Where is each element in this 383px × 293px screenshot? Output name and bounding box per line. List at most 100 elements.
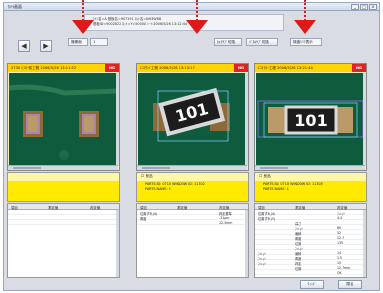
cell: 14 xyxy=(337,251,342,255)
arrow-head xyxy=(294,20,316,34)
status-badge: NG xyxy=(234,64,248,72)
vertical-scrollbar[interactable] xyxy=(245,73,248,166)
arrow-head xyxy=(186,20,208,34)
result-table-1: 項目 測定値 判定値 xyxy=(7,203,120,278)
panel-header: ｴｺﾘﾌﾛｰ工程 2006/5/26 13:21:44 xyxy=(255,64,366,72)
table-row[interactable]: 角度 -31µm xyxy=(137,216,248,221)
pcb-pads-image xyxy=(9,73,118,166)
vertical-scrollbar[interactable] xyxy=(363,210,366,277)
inspection-image[interactable]: 101 xyxy=(256,73,365,166)
checkbox-label: 良品 xyxy=(145,174,153,178)
col-measured: 測定値 xyxy=(295,206,306,210)
table-row[interactable]: OK xyxy=(255,271,366,275)
panel-mount: ｴｺﾏｳﾝﾄ工程 2006/5/26 13:13:17 NG 101 xyxy=(136,63,249,171)
cell: 135 xyxy=(337,241,344,245)
camera-select-label: 撮像面 xyxy=(68,38,88,46)
cell: OK xyxy=(337,271,342,275)
arrow-stem xyxy=(196,0,198,21)
cell: 15 xyxy=(337,261,342,265)
col-judge: 判定値 xyxy=(337,206,348,210)
vertical-scrollbar[interactable] xyxy=(116,73,119,166)
cell: 52 xyxy=(337,231,342,235)
panel-pre-reflow: 2730 ﾘﾌﾛｰ前工程 2006/5/26 13:11:52 NG xyxy=(7,63,120,171)
parts-info-1 xyxy=(7,172,120,202)
next-button[interactable]: ▶ xyxy=(40,40,52,52)
pcb-chip-aligned-image: 101 xyxy=(256,73,365,166)
table-row[interactable]: 位置ずれ(Y) 4.4 xyxy=(255,216,366,221)
cell: 12.3mm xyxy=(219,221,233,225)
chip-marking: 101 xyxy=(294,111,327,130)
col-judge: 判定値 xyxy=(219,206,230,210)
col-measured: 測定値 xyxy=(48,206,59,210)
minimize-button[interactable]: _ xyxy=(351,4,359,10)
scroll-thumb[interactable] xyxy=(260,167,288,169)
table-row[interactable]: 角度 12.7 xyxy=(255,236,366,241)
annotation-arrow xyxy=(186,0,208,36)
good-checkbox[interactable]: ☐ 良品 xyxy=(141,174,153,179)
window-title: ｶﾒﾗ画面 xyxy=(8,4,22,9)
panel-switch-button[interactable]: ﾊﾟﾈﾙｻﾌﾞ切換 xyxy=(246,38,278,46)
arrow-head xyxy=(72,20,94,34)
table-row[interactable]: ﾌｨﾚｯﾄ 角度 1.5 xyxy=(255,256,366,261)
table-row[interactable]: 面積 52 xyxy=(255,231,366,236)
table-row[interactable] xyxy=(8,221,119,225)
maximize-button[interactable]: □ xyxy=(360,4,368,10)
arrow-stem xyxy=(304,0,306,21)
cell: -31µm xyxy=(219,216,230,220)
table-header: 項目 測定値 判定値 xyxy=(137,204,248,210)
horizontal-scrollbar[interactable] xyxy=(137,165,247,170)
camera-select[interactable]: 1 xyxy=(90,38,108,46)
vertical-scrollbar[interactable] xyxy=(363,73,366,166)
cell: 1.5 xyxy=(337,256,343,260)
vertical-scrollbar[interactable] xyxy=(116,210,119,277)
close-button[interactable]: 閉る xyxy=(338,280,362,289)
table-row[interactable]: ﾌｨﾚｯﾄ xyxy=(255,246,366,251)
arrow-stem xyxy=(82,0,84,21)
table-row[interactable] xyxy=(8,211,119,215)
inspection-info-box: ﾗｲﾝ名=A 基板名=9S7191 ﾛｯﾄ名=NH3W8B 基板ID=90028… xyxy=(84,14,284,31)
status-badge: NG xyxy=(105,64,119,72)
cell: 60 xyxy=(337,226,342,230)
horizontal-scrollbar[interactable] xyxy=(255,165,365,170)
table-row[interactable]: 12.3mm xyxy=(137,221,248,225)
table-row[interactable]: 位置ずれ(X) 判定基準 xyxy=(137,211,248,216)
result-table-3: 項目 測定値 判定値 位置ずれ(X) ﾌｨﾚｯﾄ 位置ずれ(Y) 4.4 高さ ﾌｨﾚｯﾄ… xyxy=(254,203,367,278)
parts-id-text: PARTS ID: 0710 WIND0W ID: 11302 xyxy=(145,182,205,186)
parts-name-text: PARTS NAME: 1 xyxy=(263,187,289,191)
table-row[interactable]: 高さ xyxy=(255,221,366,226)
table-row[interactable]: ﾌｨﾚｯﾄ 面積 14 xyxy=(255,251,366,256)
annotation-arrow xyxy=(72,0,94,36)
horizontal-scrollbar[interactable] xyxy=(8,165,118,170)
camera-switch-button[interactable]: ｶﾒﾗｻﾌﾞ切換 xyxy=(214,38,242,46)
panel-header: 2730 ﾘﾌﾛｰ前工程 2006/5/26 13:11:52 xyxy=(8,64,119,72)
table-row[interactable] xyxy=(8,216,119,220)
parts-info-2: ☐ 良品 PARTS ID: 0710 WIND0W ID: 11302 PAR… xyxy=(136,172,249,202)
prev-button[interactable]: ◀ xyxy=(18,40,30,52)
inspection-image[interactable] xyxy=(9,73,118,166)
col-item: 項目 xyxy=(258,206,265,210)
inspection-image[interactable]: 101 xyxy=(138,73,247,166)
panel-post-reflow: ｴｺﾘﾌﾛｰ工程 2006/5/26 13:21:44 NG 101 xyxy=(254,63,367,171)
window-button[interactable]: ｳｨﾝﾄﾞ xyxy=(300,280,324,289)
display-select[interactable]: 検査ｴﾘｱ表示 xyxy=(290,38,322,46)
col-item: 項目 xyxy=(140,206,147,210)
good-checkbox[interactable]: ☐ 良品 xyxy=(259,174,271,179)
table-row[interactable]: ﾌｨﾚｯﾄ 判定 15 xyxy=(255,261,366,266)
parts-info-bar xyxy=(8,181,119,201)
col-item: 項目 xyxy=(11,206,18,210)
checkbox-label: 良品 xyxy=(263,174,271,178)
parts-name-text: PARTS NAME: 1 xyxy=(145,187,171,191)
col-measured: 測定値 xyxy=(177,206,188,210)
cell: 12.7mm xyxy=(337,266,351,270)
vertical-scrollbar[interactable] xyxy=(245,210,248,277)
table-row[interactable]: 位置ずれ(X) ﾌｨﾚｯﾄ xyxy=(255,211,366,216)
table-row[interactable]: 位置 12.7mm xyxy=(255,266,366,271)
scroll-thumb[interactable] xyxy=(13,167,41,169)
close-window-button[interactable]: x xyxy=(369,4,377,10)
panel-header: ｴｺﾏｳﾝﾄ工程 2006/5/26 13:13:17 xyxy=(137,64,248,72)
scroll-thumb[interactable] xyxy=(142,167,170,169)
main-window: ﾗｲﾝ名=A 基板名=9S7191 ﾛｯﾄ名=NH3W8B 基板ID=90028… xyxy=(3,11,380,291)
parts-info-3: ☐ 良品 PARTS ID: 0710 WIND0W ID: 11305 PAR… xyxy=(254,172,367,202)
table-row[interactable]: ﾌｨﾚｯﾄ 60 xyxy=(255,226,366,231)
table-row[interactable]: 位置 135 xyxy=(255,241,366,246)
